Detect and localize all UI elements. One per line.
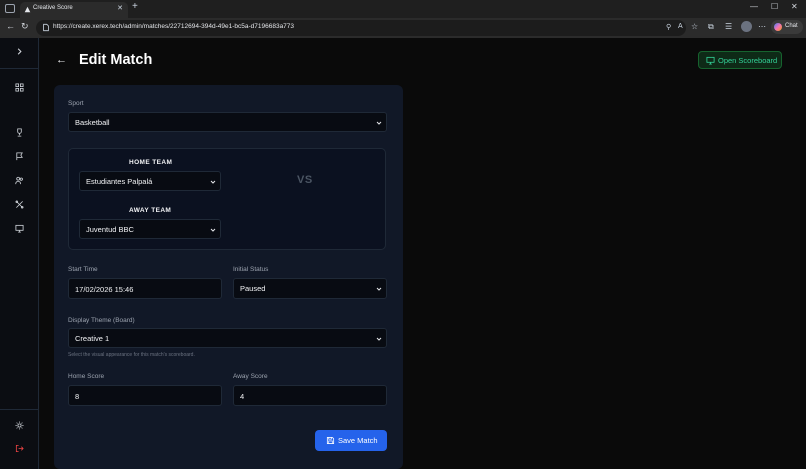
save-icon <box>326 436 335 445</box>
expand-sidebar-icon[interactable] <box>15 47 24 56</box>
start-time-value: 17/02/2026 15:46 <box>75 285 134 294</box>
home-team-select[interactable]: Estudiantes Palpalá <box>79 171 221 191</box>
save-match-label: Save Match <box>338 436 378 445</box>
back-nav-icon[interactable]: ← <box>6 21 15 31</box>
favorites-star-icon[interactable]: ☆ <box>691 22 698 31</box>
display-theme-value: Creative 1 <box>75 334 110 343</box>
chevron-down-icon <box>376 287 382 291</box>
key-icon[interactable]: ⚲ <box>666 23 671 31</box>
away-team-label: AWAY TEAM <box>129 207 172 214</box>
start-time-input[interactable]: 17/02/2026 15:46 <box>68 278 222 299</box>
close-window-icon[interactable]: ✕ <box>791 2 798 11</box>
tab-title: Creative Score <box>33 5 73 11</box>
home-team-value: Estudiantes Palpalá <box>86 177 153 186</box>
page-title: Edit Match <box>79 52 153 68</box>
read-aloud-icon[interactable]: A <box>678 23 683 30</box>
away-team-select[interactable]: Juventud BBC <box>79 219 221 239</box>
url-text: https://create.xerex.tech/admin/matches/… <box>53 23 295 30</box>
chat-label: Chat <box>785 23 798 29</box>
browser-window: Creative Score ✕ + — ☐ ✕ ← ↻ https://cre… <box>0 0 806 469</box>
away-score-label: Away Score <box>233 373 268 380</box>
away-team-value: Juventud BBC <box>86 225 134 234</box>
save-match-button[interactable]: Save Match <box>315 430 387 451</box>
initial-status-label: Initial Status <box>233 266 269 273</box>
chevron-down-icon <box>376 121 382 125</box>
sidebar-divider <box>0 68 39 69</box>
profile-avatar[interactable] <box>741 21 752 32</box>
minimize-icon[interactable]: — <box>750 2 758 11</box>
sidebar <box>0 38 39 469</box>
app-favicon-icon <box>24 6 31 13</box>
monitor-icon[interactable] <box>15 224 24 233</box>
home-score-value: 8 <box>75 392 80 401</box>
logout-icon[interactable] <box>15 444 24 453</box>
open-scoreboard-button[interactable]: Open Scoreboard <box>698 51 782 69</box>
browser-tab[interactable]: Creative Score ✕ <box>20 2 128 18</box>
navigation-bar: ← ↻ https://create.xerex.tech/admin/matc… <box>0 18 806 38</box>
home-score-input[interactable]: 8 <box>68 385 222 406</box>
sport-label: Sport <box>68 100 84 107</box>
refresh-icon[interactable]: ↻ <box>21 21 29 32</box>
copilot-icon <box>774 23 782 31</box>
edit-match-form <box>54 85 403 469</box>
home-team-label: HOME TEAM <box>129 159 173 166</box>
back-arrow-icon[interactable]: ← <box>56 54 67 66</box>
chevron-down-icon <box>376 337 382 341</box>
tools-icon[interactable] <box>15 200 24 209</box>
trophy-icon[interactable] <box>15 128 24 137</box>
tab-actions-icon[interactable] <box>5 4 15 13</box>
tab-bar: Creative Score ✕ + — ☐ ✕ <box>0 0 806 18</box>
initial-status-select[interactable]: Paused <box>233 278 387 299</box>
flag-icon[interactable] <box>15 152 24 161</box>
address-bar[interactable]: https://create.xerex.tech/admin/matches/… <box>36 20 686 36</box>
dashboard-icon[interactable] <box>15 83 24 92</box>
sport-select[interactable]: Basketball <box>68 112 387 132</box>
away-score-input[interactable]: 4 <box>233 385 387 406</box>
settings-sun-icon[interactable] <box>15 421 24 430</box>
display-theme-select[interactable]: Creative 1 <box>68 328 387 348</box>
maximize-icon[interactable]: ☐ <box>771 2 778 11</box>
new-tab-icon[interactable]: + <box>132 1 138 12</box>
users-icon[interactable] <box>15 176 24 185</box>
extensions-icon[interactable]: ⧉ <box>708 22 714 32</box>
display-theme-label: Display Theme (Board) <box>68 317 135 324</box>
site-info-icon[interactable] <box>42 23 50 32</box>
display-theme-help: Select the visual appearance for this ma… <box>68 352 195 358</box>
chevron-down-icon <box>210 180 216 184</box>
copilot-chat-button[interactable]: Chat <box>771 20 803 34</box>
home-score-label: Home Score <box>68 373 105 380</box>
initial-status-value: Paused <box>240 284 266 293</box>
start-time-label: Start Time <box>68 266 98 273</box>
sport-value: Basketball <box>75 118 110 127</box>
chevron-down-icon <box>210 228 216 232</box>
collections-icon[interactable]: ☰ <box>725 22 732 31</box>
open-scoreboard-label: Open Scoreboard <box>718 56 778 65</box>
more-menu-icon[interactable]: ⋯ <box>758 22 766 31</box>
monitor-icon <box>706 56 715 65</box>
close-tab-icon[interactable]: ✕ <box>117 4 123 12</box>
sidebar-divider-bottom <box>0 409 39 410</box>
away-score-value: 4 <box>240 392 245 401</box>
vs-label: VS <box>297 174 313 186</box>
